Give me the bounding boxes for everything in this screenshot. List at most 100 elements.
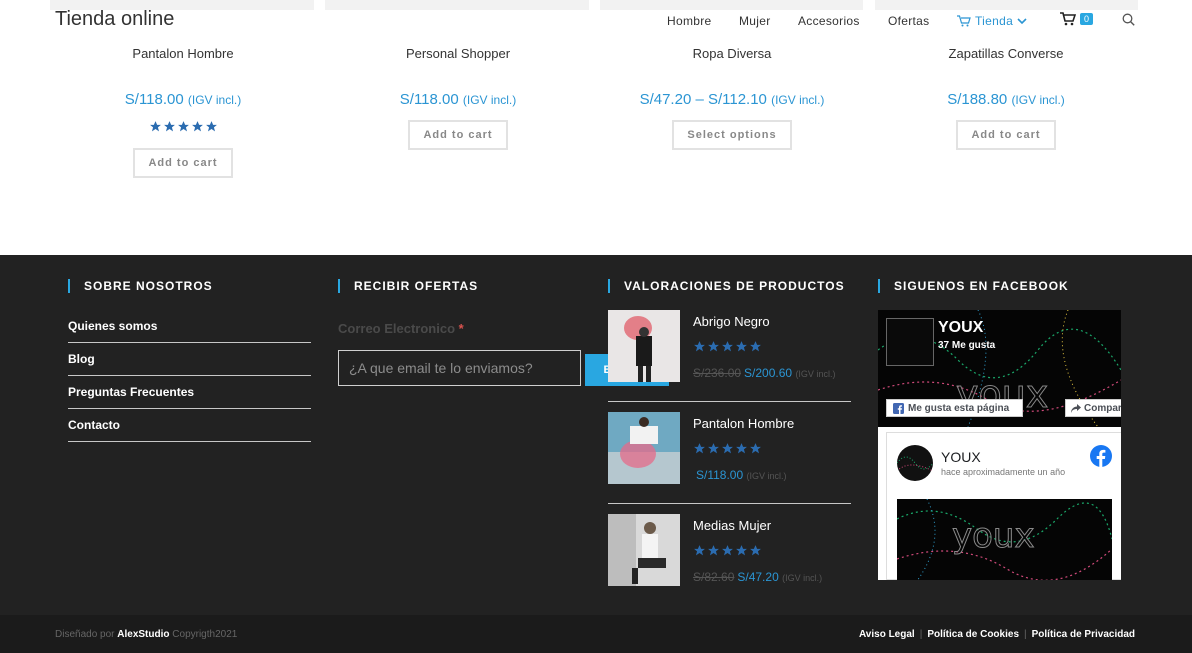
star-icon (736, 545, 747, 556)
legal-link-aviso[interactable]: Aviso Legal (859, 629, 915, 640)
facebook-cover-image[interactable]: youx YOUX 37 Me gusta Me gusta esta pági… (878, 310, 1121, 427)
header-cart[interactable]: 0 (1060, 12, 1094, 26)
star-icon (708, 545, 719, 556)
footer-reviews: VALORACIONES DE PRODUCTOS Abrigo Negro S… (608, 279, 851, 616)
add-to-cart-button[interactable]: Add to cart (408, 120, 508, 150)
review-rating (693, 544, 762, 557)
review-list: Abrigo Negro S/236.00 S/200.60 (IGV incl.… (608, 310, 851, 606)
price-amount: S/118.00 (124, 91, 184, 108)
nav-item-ofertas[interactable]: Ofertas (888, 14, 929, 28)
star-icon (694, 443, 705, 454)
star-icon (191, 121, 203, 132)
facebook-like-label: Me gusta esta página (908, 402, 1010, 414)
credits-author-link[interactable]: AlexStudio (117, 629, 169, 640)
facebook-post-image[interactable]: youx (897, 499, 1112, 580)
post-pattern: youx (897, 499, 1112, 580)
price-igv: (IGV incl.) (746, 471, 787, 481)
footer-link-blog[interactable]: Blog (68, 343, 311, 376)
footer-reviews-title: VALORACIONES DE PRODUCTOS (608, 279, 851, 293)
search-icon[interactable] (1122, 13, 1135, 31)
legal-link-cookies[interactable]: Política de Cookies (927, 629, 1019, 640)
star-icon (694, 545, 705, 556)
product-card: Pantalon Hombre S/118.00 (IGV incl.) Add… (63, 46, 303, 178)
product-card: Personal Shopper S/118.00 (IGV incl.) Ad… (338, 46, 578, 150)
product-name[interactable]: Personal Shopper (338, 46, 578, 66)
product-price: S/118.00 (IGV incl.) (338, 91, 578, 108)
star-icon (750, 341, 761, 352)
post-logo-text: youx (952, 516, 1035, 556)
star-icon (736, 341, 747, 352)
price-amount: S/118.00 (696, 468, 744, 482)
facebook-post-name[interactable]: YOUX (941, 449, 981, 465)
footer-link-contacto[interactable]: Contacto (68, 409, 311, 442)
facebook-page-avatar[interactable] (886, 318, 934, 366)
cart-icon (957, 15, 971, 27)
star-icon (736, 443, 747, 454)
product-price: S/118.00 (IGV incl.) (63, 91, 303, 108)
footer-about-links: Quienes somos Blog Preguntas Frecuentes … (68, 317, 311, 442)
select-options-button[interactable]: Select options (672, 120, 792, 150)
product-thumbnail[interactable] (608, 310, 680, 382)
review-item: Medias Mujer S/82.60 S/47.20 (IGV incl.) (608, 514, 851, 606)
star-icon (750, 545, 761, 556)
old-price: S/236.00 (693, 366, 742, 380)
add-to-cart-button[interactable]: Add to cart (956, 120, 1056, 150)
star-icon (750, 443, 761, 454)
price-amount: S/118.00 (399, 91, 459, 108)
product-price: S/47.20 – S/112.10 (IGV incl.) (612, 91, 852, 108)
product-name[interactable]: Zapatillas Converse (886, 46, 1126, 66)
email-input[interactable] (338, 350, 581, 386)
nav-item-accesorios[interactable]: Accesorios (798, 14, 860, 28)
facebook-post-time[interactable]: hace aproximadamente un año (941, 467, 1065, 477)
facebook-icon (893, 402, 904, 414)
footer-link-faq[interactable]: Preguntas Frecuentes (68, 376, 311, 409)
star-icon (694, 341, 705, 352)
product-thumbnail[interactable] (608, 514, 680, 586)
review-product-name[interactable]: Abrigo Negro (693, 314, 770, 329)
facebook-logo-icon[interactable] (1090, 445, 1112, 472)
legal-link-privacidad[interactable]: Política de Privacidad (1032, 629, 1135, 640)
add-to-cart-button[interactable]: Add to cart (133, 148, 233, 178)
price-igv: (IGV incl.) (795, 369, 836, 379)
credits-prefix: Diseñado por (55, 629, 115, 640)
price-amount: S/47.20 (737, 570, 779, 584)
facebook-share-button[interactable]: Compartir (1065, 399, 1121, 417)
credits-suffix: Copyrigth2021 (172, 629, 238, 640)
review-product-name[interactable]: Pantalon Hombre (693, 416, 794, 431)
site-footer: SOBRE NOSOTROS Quienes somos Blog Pregun… (0, 255, 1192, 615)
facebook-share-label: Compartir (1084, 402, 1121, 414)
product-name[interactable]: Ropa Diversa (612, 46, 852, 66)
footer-facebook: SIGUENOS EN FACEBOOK youx YOUX 37 Me gus… (878, 279, 1121, 580)
star-icon (722, 545, 733, 556)
review-rating (693, 442, 762, 455)
review-product-name[interactable]: Medias Mujer (693, 518, 771, 533)
facebook-likes-count: 37 Me gusta (938, 340, 996, 351)
nav-item-hombre[interactable]: Hombre (667, 14, 711, 28)
old-price: S/82.60 (693, 570, 735, 584)
product-thumbnail[interactable] (608, 412, 680, 484)
legal-links: Aviso Legal | Política de Cookies | Polí… (859, 629, 1135, 640)
star-icon (722, 443, 733, 454)
facebook-post-avatar[interactable] (897, 445, 933, 481)
product-card: Ropa Diversa S/47.20 – S/112.10 (IGV inc… (612, 46, 852, 150)
review-rating (693, 340, 762, 353)
product-price: S/188.80 (IGV incl.) (886, 91, 1126, 108)
nav-item-mujer[interactable]: Mujer (739, 14, 771, 28)
price-amount: S/200.60 (744, 366, 793, 380)
avatar-pattern (897, 456, 933, 472)
footer-about-title: SOBRE NOSOTROS (68, 279, 311, 293)
review-item: Abrigo Negro S/236.00 S/200.60 (IGV incl.… (608, 310, 851, 402)
product-name[interactable]: Pantalon Hombre (63, 46, 303, 66)
legal-separator: | (1024, 629, 1027, 640)
cart-count-badge: 0 (1080, 13, 1094, 25)
star-icon (205, 121, 217, 132)
main-nav: Hombre Mujer Accesorios Ofertas Tienda (0, 0, 1192, 42)
share-icon (1071, 403, 1081, 413)
price-igv: (IGV incl.) (187, 93, 242, 107)
footer-link-quienes-somos[interactable]: Quienes somos (68, 317, 311, 343)
facebook-page-name[interactable]: YOUX (938, 319, 983, 337)
nav-item-tienda-label: Tienda (975, 14, 1014, 28)
footer-about: SOBRE NOSOTROS Quienes somos Blog Pregun… (68, 279, 311, 442)
facebook-like-button[interactable]: Me gusta esta página (886, 399, 1023, 417)
nav-item-tienda[interactable]: Tienda (957, 14, 1027, 28)
